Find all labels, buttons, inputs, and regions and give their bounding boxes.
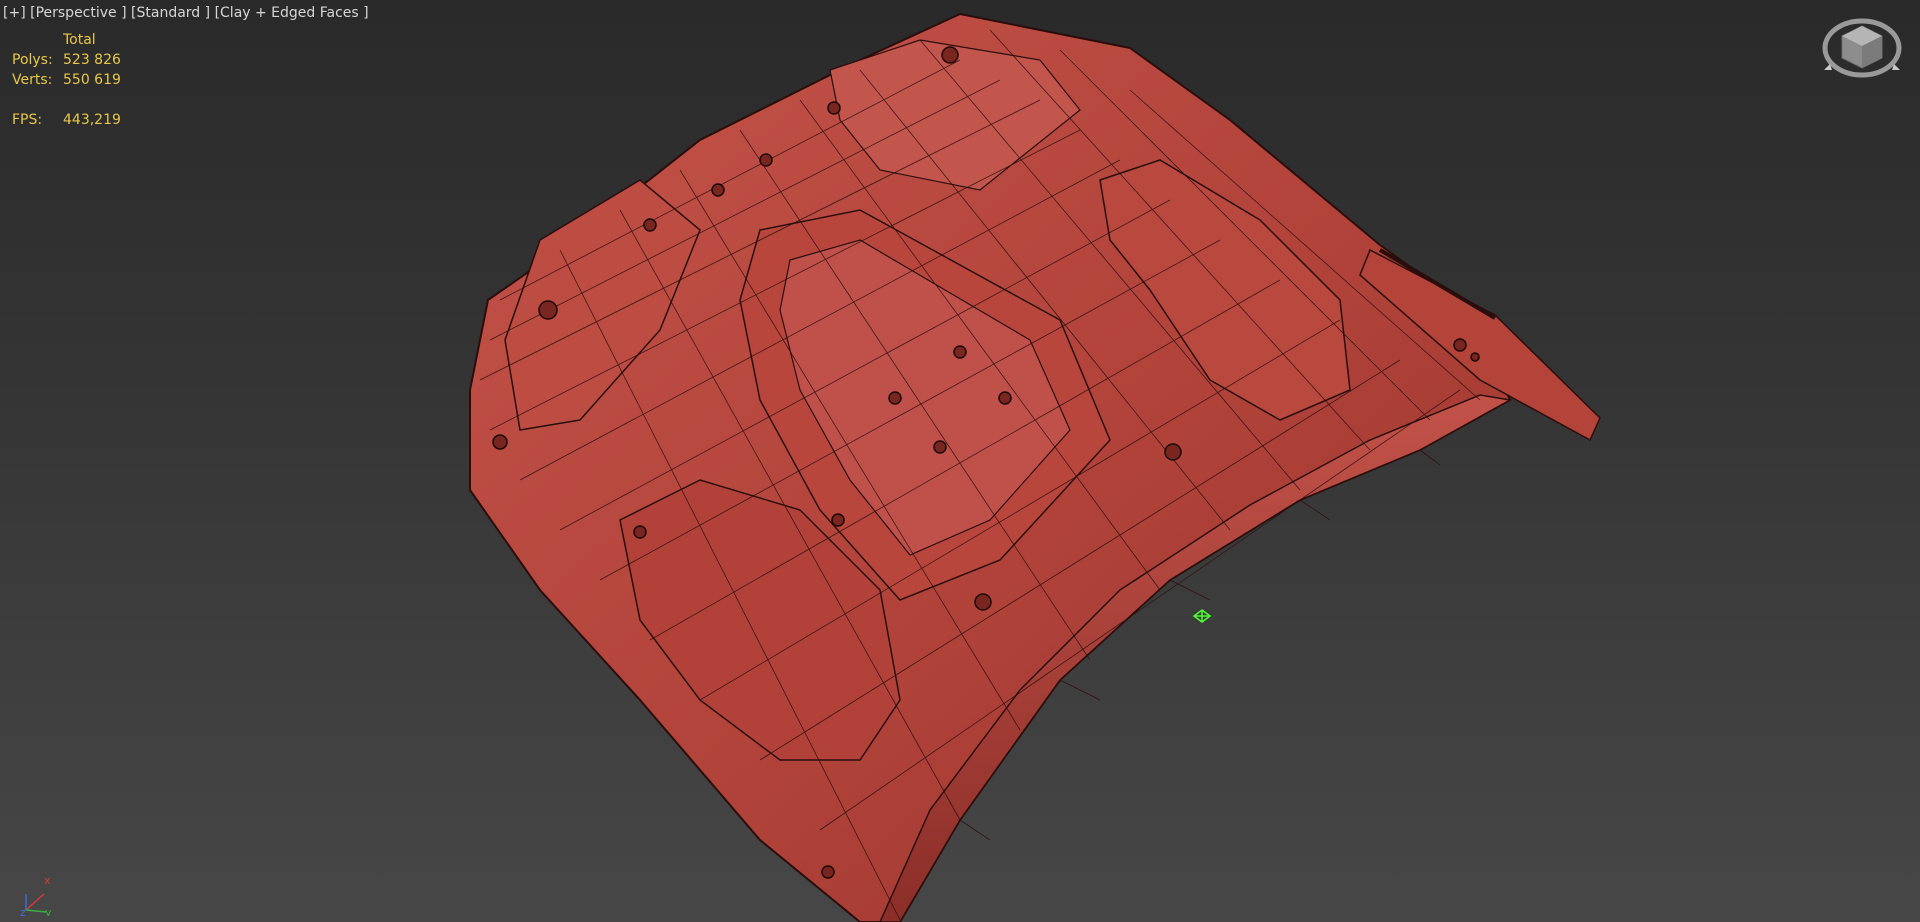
viewport-plus-menu[interactable]: [+] (3, 5, 26, 21)
axis-tripod-icon: x y z (20, 874, 52, 916)
perspective-viewport[interactable]: [+] [Perspective ] [Standard ] [Clay + E… (0, 0, 1920, 922)
stats-header: Total (63, 32, 96, 48)
polys-value: 523 826 (63, 52, 121, 68)
viewport-label: [+] [Perspective ] [Standard ] [Clay + E… (3, 5, 369, 21)
axis-x-label: x (44, 874, 51, 887)
axis-z-label: z (20, 906, 26, 916)
axis-y-label: y (45, 906, 52, 916)
fps-value: 443,219 (63, 112, 121, 128)
pivot-gizmo-icon[interactable] (1192, 609, 1212, 623)
viewcube-icon[interactable] (1822, 14, 1902, 80)
verts-value: 550 619 (63, 72, 121, 88)
hood-model[interactable] (0, 0, 1920, 922)
fps-label: FPS: (12, 112, 43, 128)
verts-label: Verts: (12, 72, 53, 88)
viewport-shading-preset-menu[interactable]: [Standard ] (131, 5, 210, 21)
viewport-view-menu[interactable]: [Perspective ] (30, 5, 126, 21)
viewport-shading-mode-menu[interactable]: [Clay + Edged Faces ] (215, 5, 369, 21)
polys-label: Polys: (12, 52, 53, 68)
